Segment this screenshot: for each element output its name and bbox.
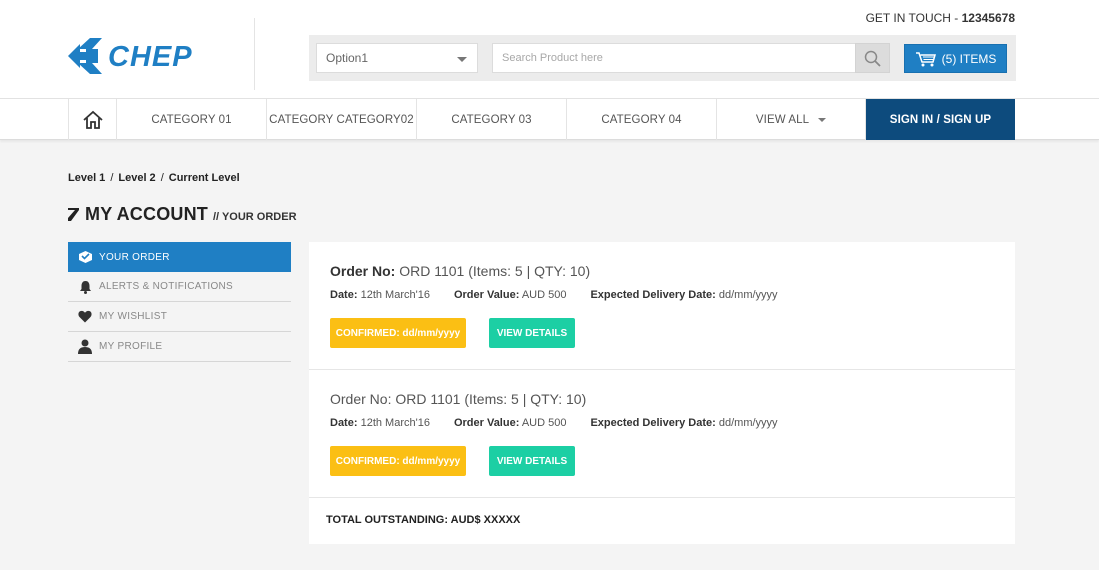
sidebar-item-profile[interactable]: MY PROFILE	[68, 332, 291, 362]
option-select-value: Option1	[326, 51, 369, 65]
chevron-down-icon	[457, 57, 467, 62]
order-value: AUD 500	[521, 289, 567, 301]
home-icon	[82, 110, 103, 129]
sign-in-label: SIGN IN / SIGN UP	[889, 113, 992, 126]
sidebar-item-alerts[interactable]: ALERTS & NOTIFICATIONS	[68, 272, 291, 302]
search-bar: Option1 (5) ITEMS	[309, 35, 1016, 81]
sign-in-button[interactable]: SIGN IN / SIGN UP	[866, 99, 1015, 140]
order-delivery: dd/mm/yyyy	[718, 417, 778, 429]
nav-home[interactable]	[68, 99, 116, 140]
order-icon	[77, 249, 93, 265]
order-delivery: dd/mm/yyyy	[718, 289, 778, 301]
contact-label: GET IN TOUCH -	[865, 11, 962, 25]
orders-panel: Order No: ORD 1101 (Items: 5 | QTY: 10) …	[309, 242, 1015, 544]
contact-number[interactable]: 12345678	[962, 11, 1015, 25]
total-outstanding: TOTAL OUTSTANDING: AUD$ XXXXX	[326, 514, 521, 526]
user-icon	[77, 339, 93, 355]
order-date: 12th March'16	[360, 289, 430, 301]
edit-icon	[68, 208, 79, 221]
nav-category-04-label: CATEGORY 04	[601, 113, 682, 126]
order-card: Order No: ORD 1101 (Items: 5 | QTY: 10) …	[309, 242, 1015, 370]
order-no-label: Order No:	[330, 391, 392, 407]
order-title: Order No: ORD 1101 (Items: 5 | QTY: 10)	[330, 263, 590, 279]
account-sidebar: YOUR ORDER ALERTS & NOTIFICATIONS MY WIS…	[68, 242, 291, 362]
breadcrumb-level-1[interactable]: Level 1	[68, 172, 105, 184]
order-date-label: Date:	[330, 289, 358, 301]
order-value-label: Order Value:	[453, 417, 520, 429]
nav-category-02[interactable]: CATEGORY CATEGORY02	[266, 99, 416, 140]
search-input[interactable]	[492, 43, 855, 73]
nav-category-03-label: CATEGORY 03	[451, 113, 532, 126]
nav-category-03[interactable]: CATEGORY 03	[416, 99, 566, 140]
sidebar-item-label: YOUR ORDER	[99, 251, 170, 263]
order-no-value: ORD 1101 (Items: 5 | QTY: 10)	[395, 391, 587, 407]
order-value: AUD 500	[521, 417, 567, 429]
order-no-label: Order No:	[330, 263, 396, 279]
page-title: MY ACCOUNT // YOUR ORDER	[68, 204, 297, 225]
order-title: Order No: ORD 1101 (Items: 5 | QTY: 10)	[330, 391, 586, 407]
chevron-down-icon	[818, 117, 827, 122]
view-details-button[interactable]: VIEW DETAILS	[489, 446, 575, 476]
logo-divider	[254, 18, 255, 90]
order-date: 12th March'16	[360, 417, 430, 429]
cart-label: (5) ITEMS	[941, 51, 997, 66]
option-select[interactable]: Option1	[316, 43, 478, 73]
order-no-value: ORD 1101 (Items: 5 | QTY: 10)	[399, 263, 591, 279]
header: CHEP GET IN TOUCH - 12345678 Option1 Sea…	[0, 0, 1099, 98]
order-status-button[interactable]: CONFIRMED: dd/mm/yyyy	[330, 446, 466, 476]
page-subtitle: // YOUR ORDER	[213, 211, 297, 223]
cart-icon	[915, 51, 936, 66]
main-nav: CATEGORY 01 CATEGORY CATEGORY02 CATEGORY…	[0, 98, 1099, 140]
sidebar-item-label: MY PROFILE	[99, 341, 163, 352]
nav-view-all-label: VIEW ALL	[755, 113, 810, 126]
nav-category-02-label: CATEGORY CATEGORY02	[269, 113, 414, 126]
search-button[interactable]	[855, 43, 890, 73]
sidebar-item-your-order[interactable]: YOUR ORDER	[68, 242, 291, 272]
sidebar-item-wishlist[interactable]: MY WISHLIST	[68, 302, 291, 332]
nav-category-04[interactable]: CATEGORY 04	[566, 99, 716, 140]
order-meta: Date: 12th March'16 Order Value: AUD 500…	[330, 289, 802, 301]
breadcrumb: Level 1/Level 2/Current Level	[68, 172, 240, 184]
nav-category-01[interactable]: CATEGORY 01	[116, 99, 266, 140]
contact-info: GET IN TOUCH - 12345678	[866, 11, 1015, 25]
order-delivery-label: Expected Delivery Date:	[590, 417, 716, 429]
cart-button[interactable]: (5) ITEMS	[904, 44, 1007, 73]
sidebar-item-label: ALERTS & NOTIFICATIONS	[99, 281, 234, 292]
nav-view-all[interactable]: VIEW ALL	[716, 99, 866, 140]
nav-category-01-label: CATEGORY 01	[151, 113, 232, 126]
order-status-button[interactable]: CONFIRMED: dd/mm/yyyy	[330, 318, 466, 348]
bell-icon	[77, 279, 93, 295]
order-value-label: Order Value:	[453, 289, 520, 301]
order-date-label: Date:	[330, 417, 358, 429]
view-details-button[interactable]: VIEW DETAILS	[489, 318, 575, 348]
order-delivery-label: Expected Delivery Date:	[590, 289, 716, 301]
page-title-text: MY ACCOUNT	[85, 204, 208, 224]
logo-text: CHEP	[108, 41, 193, 73]
heart-icon	[77, 309, 93, 325]
chep-logo[interactable]: CHEP	[68, 36, 213, 76]
order-meta: Date: 12th March'16 Order Value: AUD 500…	[330, 417, 802, 429]
search-icon	[864, 50, 881, 67]
order-card: Order No: ORD 1101 (Items: 5 | QTY: 10) …	[309, 370, 1015, 498]
breadcrumb-current: Current Level	[168, 172, 240, 184]
breadcrumb-level-2[interactable]: Level 2	[118, 172, 155, 184]
sidebar-item-label: MY WISHLIST	[99, 311, 168, 322]
